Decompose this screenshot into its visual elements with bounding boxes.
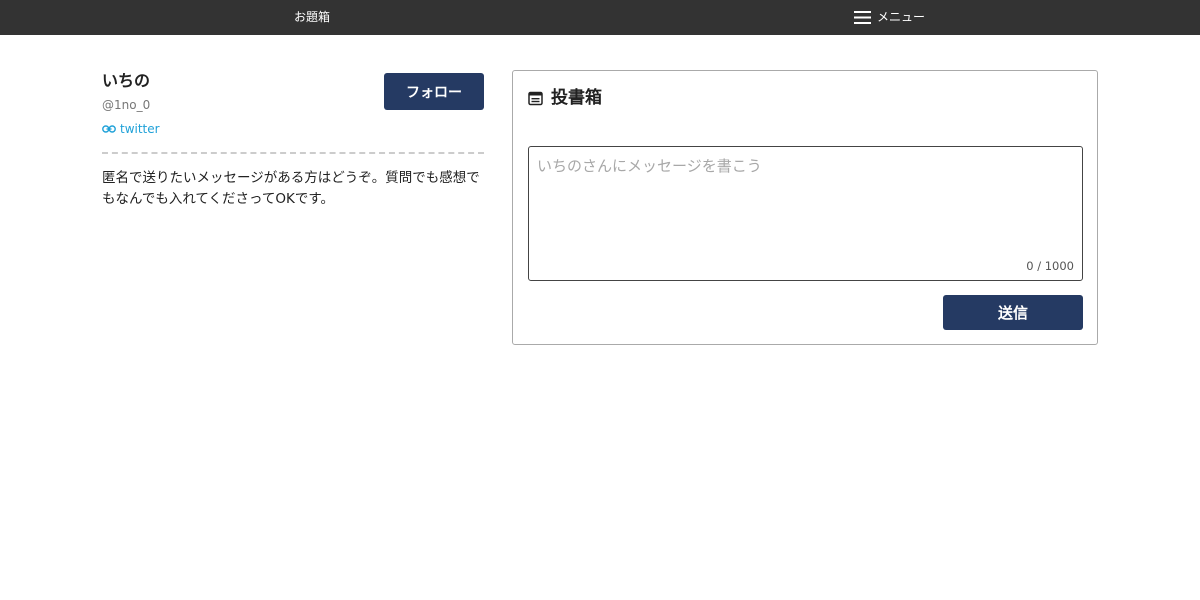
postbox-header: 投書箱 xyxy=(528,87,602,109)
profile-bio: 匿名で送りたいメッセージがある方はどうぞ。質問でも感想でもなんでも入れてくださっ… xyxy=(102,170,480,207)
postbox-card: 投書箱 0 / 1000 送信 xyxy=(512,70,1098,345)
top-bar: お題箱 メニュー xyxy=(0,0,1200,35)
send-button[interactable]: 送信 xyxy=(943,295,1083,330)
menu-button[interactable]: メニュー xyxy=(854,9,925,26)
follow-button[interactable]: フォロー xyxy=(384,73,484,110)
inbox-icon xyxy=(528,91,543,106)
user-handle: @1no_0 xyxy=(102,98,151,112)
twitter-link-label: twitter xyxy=(120,122,160,136)
link-icon xyxy=(102,124,116,134)
postbox-title: 投書箱 xyxy=(551,88,602,108)
brand-link[interactable]: お題箱 xyxy=(294,10,330,25)
character-counter: 0 / 1000 xyxy=(1026,259,1074,273)
user-name: いちの xyxy=(102,71,151,90)
divider xyxy=(102,152,484,154)
menu-label: メニュー xyxy=(877,10,926,24)
hamburger-icon xyxy=(854,11,871,24)
twitter-link[interactable]: twitter xyxy=(102,121,160,137)
message-field: 0 / 1000 xyxy=(528,146,1083,281)
message-input[interactable] xyxy=(529,147,1082,280)
